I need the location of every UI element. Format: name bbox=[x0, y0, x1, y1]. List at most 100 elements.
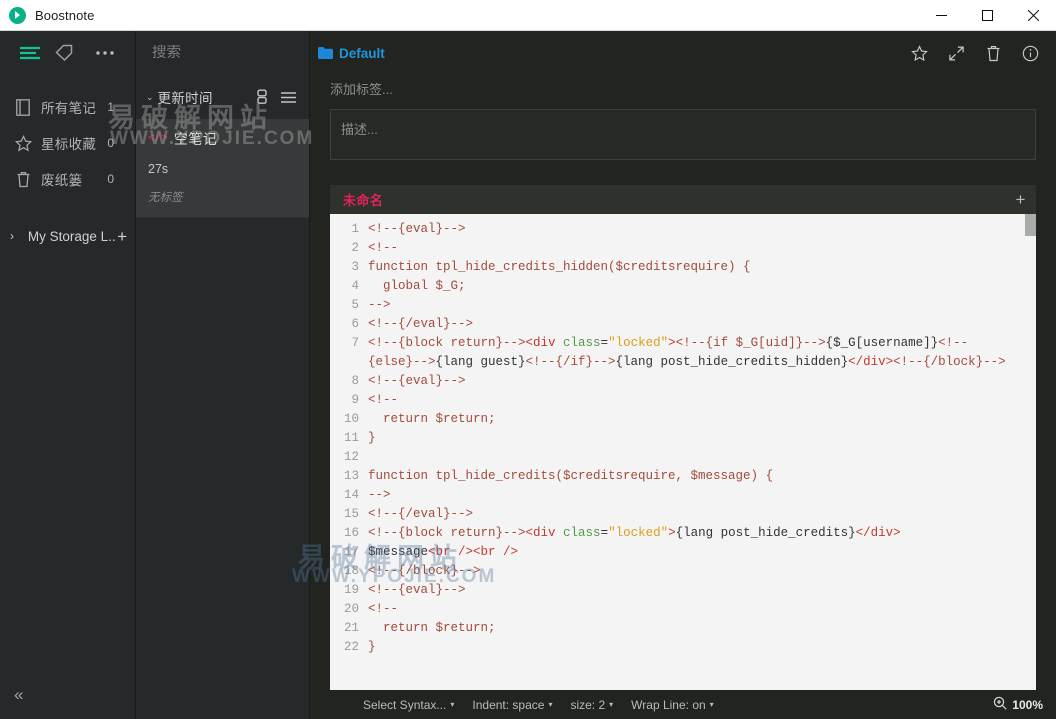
select-syntax-label: Select Syntax... bbox=[363, 697, 447, 712]
line-text[interactable]: global $_G; bbox=[368, 277, 1036, 296]
editor-status-bar: Select Syntax... ▾ Indent: space ▾ size:… bbox=[310, 690, 1056, 719]
line-number: 9 bbox=[351, 393, 359, 407]
line-text[interactable]: --> bbox=[368, 486, 1036, 505]
line-text[interactable]: <!-- bbox=[368, 600, 1036, 619]
code-line: 7 <!--{block return}--><div class="locked… bbox=[330, 334, 1036, 372]
line-text[interactable]: return $return; bbox=[368, 410, 1036, 429]
note-items: </> 空笔记 27s 无标签 bbox=[136, 119, 309, 719]
sort-bar: ⌄ 更新时间 bbox=[136, 75, 309, 119]
line-text[interactable]: <!--{eval}--> bbox=[368, 581, 1036, 600]
line-text[interactable]: <!--{/eval}--> bbox=[368, 505, 1036, 524]
expand-icon[interactable] bbox=[944, 41, 968, 65]
sidebar-item-all-notes[interactable]: 所有笔记 1 bbox=[0, 89, 135, 125]
note-title: 空笔记 bbox=[173, 131, 218, 147]
code-line: 19 <!--{eval}--> bbox=[330, 581, 1036, 600]
list-view-icon[interactable] bbox=[277, 86, 299, 108]
line-text[interactable]: <!--{eval}--> bbox=[368, 220, 1036, 239]
minimize-icon[interactable] bbox=[918, 0, 964, 31]
line-text[interactable]: <!-- bbox=[368, 239, 1036, 258]
sidebar-collapse-button[interactable]: « bbox=[0, 670, 135, 719]
folder-breadcrumb[interactable]: Default bbox=[318, 46, 385, 61]
code-lines: 1 <!--{eval}--> 2 <!-- 3 function tpl_hide_cr… bbox=[330, 214, 1036, 690]
snippet-title[interactable]: 未命名 bbox=[343, 190, 383, 209]
line-text[interactable]: function tpl_hide_credits_hidden($credit… bbox=[368, 258, 1036, 277]
code-line: 1 <!--{eval}--> bbox=[330, 220, 1036, 239]
sidebar-item-trash[interactable]: 废纸篓 0 bbox=[0, 161, 135, 197]
notes-list-icon[interactable] bbox=[13, 36, 47, 70]
line-number: 8 bbox=[351, 374, 359, 388]
line-text[interactable]: <!--{/block}--> bbox=[368, 562, 1036, 581]
main-body: 所有笔记 1 星标收藏 0 废纸篓 0 › My Storage L.. + «… bbox=[0, 31, 1056, 719]
code-line: 14 --> bbox=[330, 486, 1036, 505]
list-item[interactable]: </> 空笔记 27s 无标签 bbox=[136, 119, 309, 218]
sidebar-storage-row[interactable]: › My Storage L.. + bbox=[0, 221, 135, 251]
more-options-icon[interactable] bbox=[88, 36, 122, 70]
sidebar-item-starred[interactable]: 星标收藏 0 bbox=[0, 125, 135, 161]
line-text[interactable]: } bbox=[368, 429, 1036, 448]
code-line: 22} bbox=[330, 638, 1036, 657]
code-line: 12 bbox=[330, 448, 1036, 467]
code-line: 9 <!-- bbox=[330, 391, 1036, 410]
line-number: 5 bbox=[351, 298, 359, 312]
line-text[interactable]: return $return; bbox=[368, 619, 1036, 638]
chevron-right-icon[interactable]: › bbox=[10, 229, 22, 243]
search-bar bbox=[136, 31, 357, 75]
zoom-level[interactable]: 100% bbox=[993, 690, 1043, 719]
indent-size-label: size: 2 bbox=[570, 697, 606, 712]
line-number: 1 bbox=[351, 222, 359, 236]
line-text[interactable]: <!--{block return}--><div class="locked"… bbox=[368, 334, 1036, 372]
detail-header: Default bbox=[310, 31, 1056, 75]
line-number: 10 bbox=[343, 412, 359, 426]
line-text[interactable]: --> bbox=[368, 296, 1036, 315]
sidebar: 所有笔记 1 星标收藏 0 废纸篓 0 › My Storage L.. + « bbox=[0, 31, 136, 719]
line-text[interactable]: <!--{/eval}--> bbox=[368, 315, 1036, 334]
folder-icon bbox=[318, 47, 333, 59]
info-icon[interactable] bbox=[1018, 41, 1042, 65]
line-number: 20 bbox=[343, 602, 359, 616]
code-line: 13 function tpl_hide_credits($creditsrequ… bbox=[330, 467, 1036, 486]
code-line: 6 <!--{/eval}--> bbox=[330, 315, 1036, 334]
line-number: 22 bbox=[343, 640, 359, 654]
note-tags: 无标签 bbox=[148, 192, 183, 204]
star-icon[interactable] bbox=[907, 41, 931, 65]
code-editor[interactable]: 1 <!--{eval}--> 2 <!-- 3 function tpl_hide_cr… bbox=[330, 214, 1036, 690]
line-text[interactable] bbox=[368, 448, 1036, 467]
line-number: 16 bbox=[343, 526, 359, 540]
trash-icon[interactable] bbox=[981, 41, 1005, 65]
description-input[interactable] bbox=[330, 109, 1036, 160]
wrap-line-dropdown[interactable]: Wrap Line: on ▾ bbox=[622, 698, 723, 712]
storage-name: My Storage L.. bbox=[27, 228, 116, 244]
compact-view-icon[interactable] bbox=[251, 86, 273, 108]
editor-scrollbar[interactable] bbox=[1025, 214, 1036, 690]
tag-input-row[interactable]: 添加标签... bbox=[310, 75, 1056, 101]
plus-icon[interactable]: + bbox=[117, 228, 127, 245]
tag-icon[interactable] bbox=[47, 36, 81, 70]
window-controls bbox=[918, 0, 1056, 31]
line-text[interactable]: $message<br /><br /> bbox=[368, 543, 1036, 562]
select-syntax-dropdown[interactable]: Select Syntax... ▾ bbox=[354, 698, 463, 712]
line-text[interactable]: function tpl_hide_credits($creditsrequir… bbox=[368, 467, 1036, 486]
folder-name: Default bbox=[339, 45, 385, 61]
close-icon[interactable] bbox=[1010, 0, 1056, 31]
line-number: 2 bbox=[351, 241, 359, 255]
code-line: 20 <!-- bbox=[330, 600, 1036, 619]
indent-dropdown[interactable]: Indent: space ▾ bbox=[463, 698, 561, 712]
maximize-icon[interactable] bbox=[964, 0, 1010, 31]
note-detail-panel: Default 添加标签... 描述... 未命名 + 1 <!--{eval}… bbox=[310, 31, 1056, 719]
boostnote-logo-icon bbox=[9, 6, 26, 24]
plus-icon[interactable]: + bbox=[1005, 185, 1036, 214]
line-text[interactable]: <!--{block return}--><div class="locked"… bbox=[368, 524, 1036, 543]
editor-scrollbar-thumb[interactable] bbox=[1025, 214, 1036, 236]
chevron-down-icon[interactable]: ⌄ bbox=[146, 92, 154, 103]
line-text[interactable]: } bbox=[368, 638, 1036, 657]
note-list-panel: ⌄ 更新时间 </> 空笔记 bbox=[136, 31, 357, 719]
line-number: 13 bbox=[343, 469, 359, 483]
indent-size-dropdown[interactable]: size: 2 ▾ bbox=[561, 698, 622, 712]
line-number: 19 bbox=[343, 583, 359, 597]
code-line: 11} bbox=[330, 429, 1036, 448]
sidebar-item-label: 废纸篓 bbox=[41, 173, 83, 188]
line-text[interactable]: <!--{eval}--> bbox=[368, 372, 1036, 391]
zoom-value: 100% bbox=[1012, 697, 1043, 712]
line-text[interactable]: <!-- bbox=[368, 391, 1036, 410]
sort-label[interactable]: 更新时间 bbox=[158, 87, 213, 107]
